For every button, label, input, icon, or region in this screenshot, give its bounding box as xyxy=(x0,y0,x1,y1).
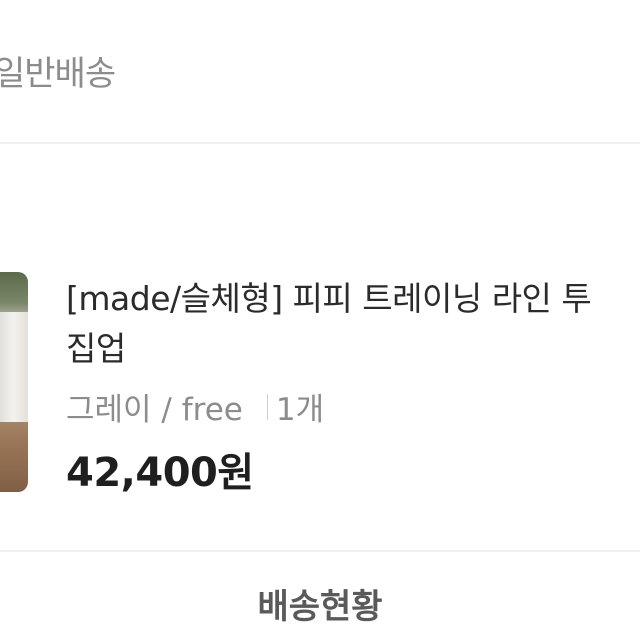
product-quantity: 1개 xyxy=(275,392,325,428)
option-separator xyxy=(266,393,268,420)
product-title[interactable]: [made/슬체형] 피피 트레이닝 라인 투 집업 xyxy=(66,274,640,374)
product-option-value: 그레이 / free xyxy=(66,392,243,428)
product-thumbnail[interactable] xyxy=(0,272,28,492)
product-image-detail xyxy=(0,312,28,422)
delivery-status-button[interactable]: 배송현황 xyxy=(0,552,640,640)
product-title-line-2: 집업 xyxy=(66,329,126,368)
product-price: 42,400원 xyxy=(66,450,254,496)
divider xyxy=(0,142,640,144)
shipping-method-label: 일반배송 xyxy=(0,54,116,94)
product-options: 그레이 / free 1개 xyxy=(66,384,324,429)
product-title-line-1: [made/슬체형] 피피 트레이닝 라인 투 xyxy=(66,279,592,318)
order-item-card: 일반배송 [made/슬체형] 피피 트레이닝 라인 투 집업 그레이 / fr… xyxy=(0,0,640,640)
